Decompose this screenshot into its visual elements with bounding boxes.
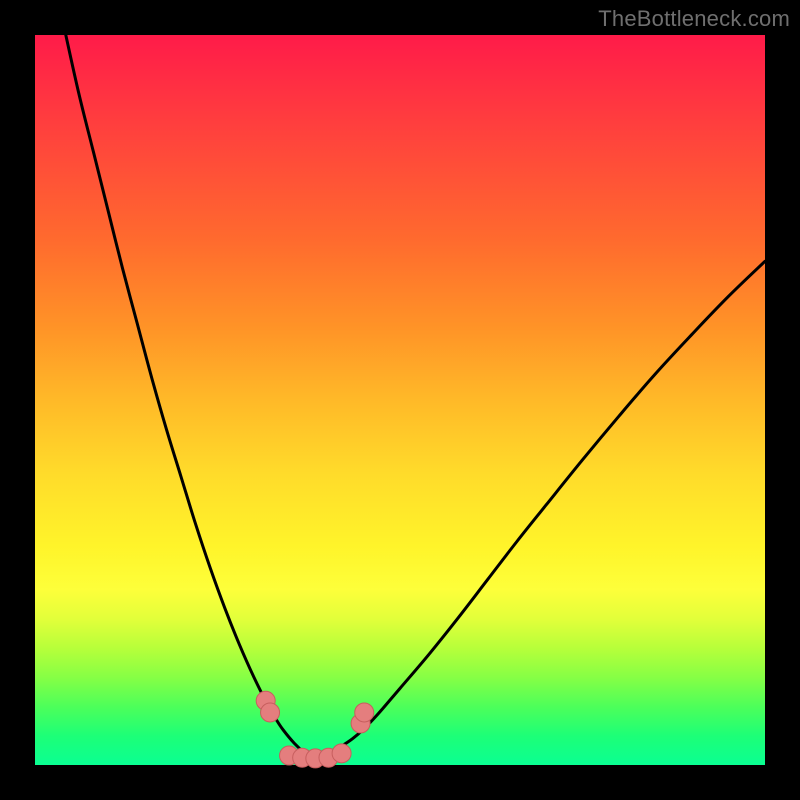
chart-marker <box>355 703 374 722</box>
bottleneck-curve-left <box>64 28 312 758</box>
chart-markers <box>256 691 374 768</box>
chart-marker <box>332 744 351 763</box>
watermark-text: TheBottleneck.com <box>598 6 790 32</box>
chart-frame: TheBottleneck.com <box>0 0 800 800</box>
chart-svg <box>35 35 765 765</box>
plot-area <box>35 35 765 765</box>
bottleneck-curve-right <box>312 261 765 757</box>
chart-marker <box>261 703 280 722</box>
